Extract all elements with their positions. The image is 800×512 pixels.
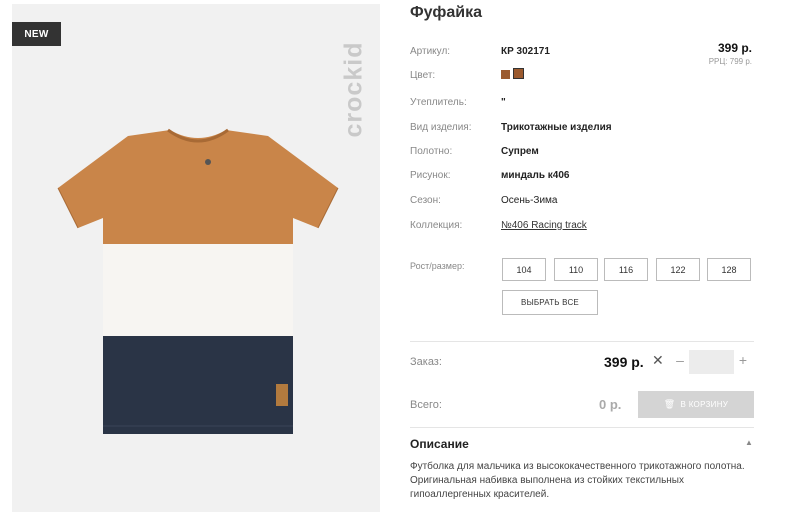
- color-swatch-selected[interactable]: [513, 68, 524, 79]
- attr-collection: Коллекция: №406 Racing track: [410, 219, 587, 231]
- add-to-cart-button[interactable]: 🗑 В КОРЗИНУ: [638, 391, 754, 418]
- attr-color: Цвет:: [410, 68, 527, 82]
- attr-fabric: Полотно: Супрем: [410, 145, 539, 157]
- page-title: Фуфайка: [410, 4, 482, 21]
- rrp-price: РРЦ: 799 р.: [708, 57, 752, 66]
- qty-minus-button[interactable]: –: [674, 352, 686, 368]
- add-to-cart-label: В КОРЗИНУ: [680, 400, 729, 409]
- trash-icon: 🗑: [663, 399, 676, 409]
- price: 399 р.: [717, 41, 752, 55]
- description-text: Футболка для мальчика из высококачествен…: [410, 461, 745, 500]
- color-swatch[interactable]: [501, 70, 510, 79]
- divider: [410, 341, 754, 342]
- total-price: 0 р.: [599, 397, 622, 412]
- close-icon[interactable]: ✕: [652, 352, 664, 369]
- quantity-input[interactable]: [689, 350, 734, 374]
- collection-link[interactable]: №406 Racing track: [501, 220, 587, 231]
- attr-pattern: Рисунок: миндаль к406: [410, 169, 570, 181]
- qty-plus-button[interactable]: +: [737, 352, 749, 368]
- size-option-110[interactable]: 110: [554, 258, 598, 281]
- total-label: Всего:: [410, 399, 442, 411]
- size-option-122[interactable]: 122: [656, 258, 700, 281]
- divider: [410, 427, 754, 428]
- size-label: Рост/размер:: [410, 261, 465, 271]
- description-title: Описание: [410, 437, 469, 451]
- new-badge: NEW: [12, 22, 61, 46]
- size-option-128[interactable]: 128: [707, 258, 751, 281]
- tshirt-image: [57, 128, 339, 434]
- size-option-104[interactable]: 104: [502, 258, 546, 281]
- attr-season: Сезон: Осень-Зима: [410, 194, 558, 206]
- order-price: 399 р.: [604, 354, 644, 370]
- product-photo[interactable]: NEW crockid: [12, 4, 380, 512]
- size-option-116[interactable]: 116: [604, 258, 648, 281]
- attr-article: Артикул: КР 302171: [410, 45, 550, 57]
- attr-insulation: Утеплитель: ": [410, 96, 506, 108]
- order-label: Заказ:: [410, 356, 442, 368]
- attr-type: Вид изделия: Трикотажные изделия: [410, 121, 612, 133]
- chevron-up-icon[interactable]: ▲: [745, 438, 753, 447]
- select-all-button[interactable]: ВЫБРАТЬ ВСЕ: [502, 290, 598, 315]
